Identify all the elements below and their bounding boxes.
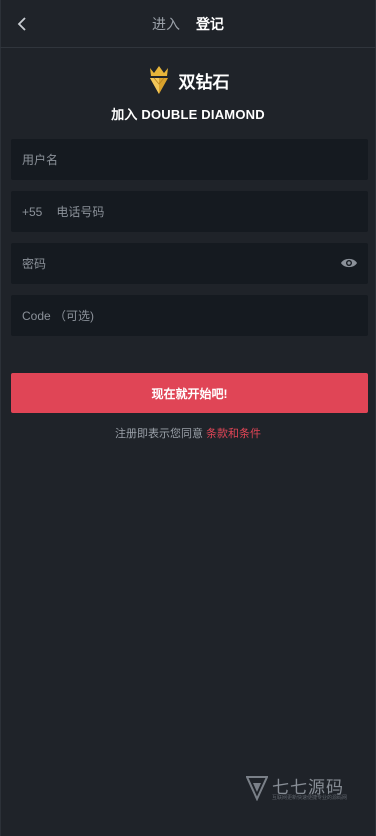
password-input[interactable] (22, 243, 368, 284)
brand-header: 双钻石 (0, 62, 376, 98)
tab-login[interactable]: 进入 (152, 14, 180, 34)
username-field[interactable] (11, 139, 368, 180)
submit-button[interactable]: 现在就开始吧! (11, 373, 368, 413)
watermark-logo-icon (246, 776, 268, 801)
show-password-toggle[interactable] (340, 255, 358, 271)
tab-register[interactable]: 登记 (196, 14, 224, 34)
top-nav-bar: 进入 登记 (0, 0, 376, 48)
referral-code-field[interactable] (11, 295, 368, 336)
username-input[interactable] (22, 139, 368, 180)
password-field[interactable] (11, 243, 368, 284)
crown-diamond-icon (149, 66, 168, 94)
app-frame (0, 0, 376, 836)
phone-field[interactable]: +55 (11, 191, 368, 232)
eye-icon (341, 258, 357, 268)
country-code[interactable]: +55 (22, 205, 42, 219)
phone-input[interactable] (56, 191, 368, 232)
watermark-subtitle: 互联网更新快速便捷专业的源码网 (272, 795, 348, 801)
page-title: 加入 DOUBLE DIAMOND (111, 107, 265, 122)
terms-prefix: 注册即表示您同意 (114, 428, 203, 440)
watermark: 七七源码 互联网更新快速便捷专业的源码网 (246, 773, 356, 803)
code-input[interactable] (22, 295, 368, 336)
terms-link[interactable]: 条款和条件 (206, 428, 261, 440)
brand-name: 双钻石 (178, 72, 230, 92)
auth-tabs: 进入 登记 (0, 14, 376, 34)
terms-notice: 注册即表示您同意 条款和条件 (0, 425, 376, 441)
